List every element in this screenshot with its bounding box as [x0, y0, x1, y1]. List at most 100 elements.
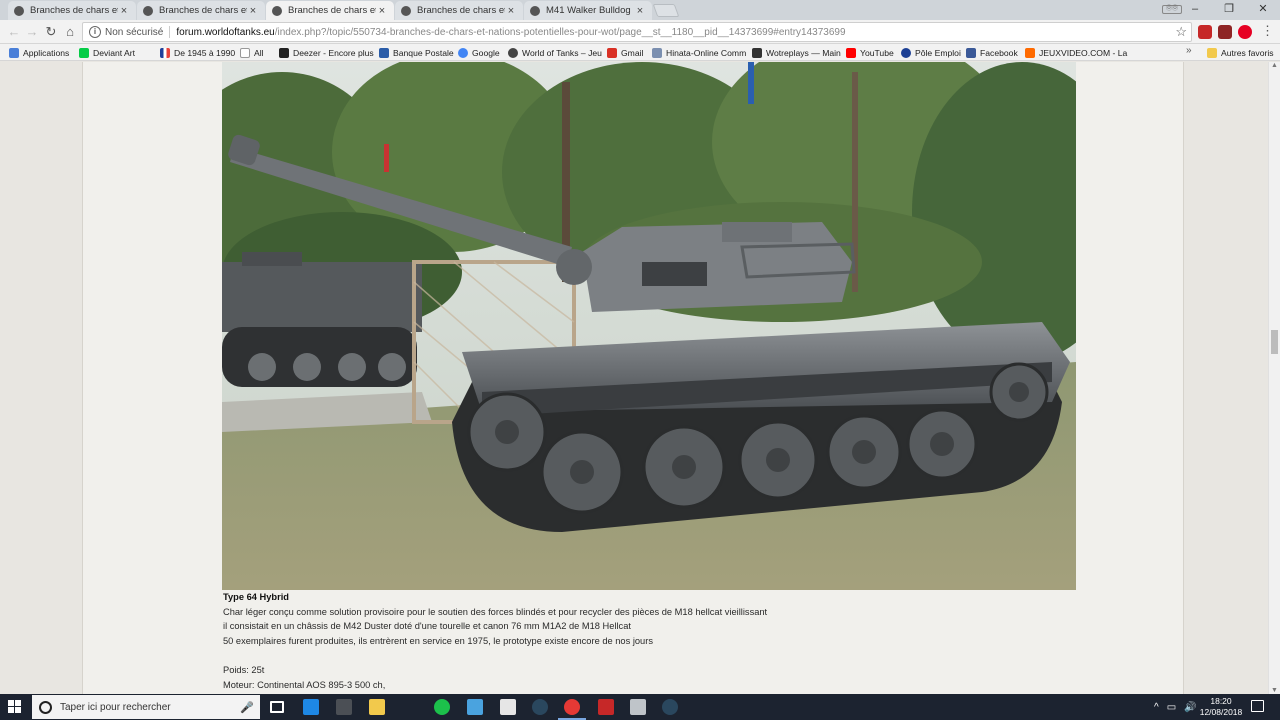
desktop-app-icon[interactable] — [467, 699, 483, 715]
apps-grid-icon — [9, 47, 19, 58]
info-icon[interactable]: i — [89, 26, 101, 38]
antivirus-icon[interactable] — [598, 699, 614, 715]
tray-chevron-icon[interactable]: ^ — [1154, 702, 1159, 713]
wot-icon — [508, 47, 518, 58]
notification-center-icon[interactable] — [1251, 700, 1264, 712]
steam-icon[interactable] — [532, 699, 548, 715]
bookmark-youtube[interactable]: YouTube — [846, 45, 894, 60]
restore-button[interactable]: ❐ — [1212, 0, 1246, 20]
close-icon[interactable]: × — [505, 5, 517, 17]
bookmark-wotreplays[interactable]: Wotreplays — Main — [752, 45, 841, 60]
new-tab-button[interactable] — [652, 4, 680, 17]
bookmark-label: Autres favoris — [1221, 47, 1274, 58]
bookmark-label: Gmail — [621, 47, 644, 58]
bookmark-label: JEUXVIDEO.COM - La — [1039, 47, 1128, 58]
bookmark-jeuxvideo[interactable]: JEUXVIDEO.COM - La — [1025, 45, 1127, 60]
bookmark-applications[interactable]: Applications — [9, 45, 69, 60]
store-icon[interactable] — [303, 699, 319, 715]
tank-name: Type 64 Hybrid — [223, 592, 289, 602]
tab-1[interactable]: Branches de chars et nat × — [8, 1, 136, 20]
pole-emploi-icon — [901, 47, 911, 58]
scroll-up-icon[interactable]: ▲ — [1271, 62, 1278, 69]
tab-4[interactable]: Branches de chars et nat × — [395, 1, 523, 20]
volume-icon[interactable]: 🔊 — [1184, 702, 1196, 713]
bookmark-gmail[interactable]: Gmail — [607, 45, 643, 60]
green-app-icon[interactable] — [434, 699, 450, 715]
scroll-down-icon[interactable]: ▼ — [1271, 687, 1278, 694]
google-icon — [458, 47, 468, 58]
app-icon[interactable] — [336, 699, 352, 715]
bookmark-banque-postale[interactable]: Banque Postale — [379, 45, 454, 60]
tank-photo — [222, 62, 1076, 590]
bookmark-label: World of Tanks – Jeu — [522, 47, 602, 58]
deviantart-icon — [79, 47, 89, 58]
bookmark-label: Hinata-Online Comm — [666, 47, 747, 58]
close-icon[interactable]: × — [247, 5, 259, 17]
microphone-icon[interactable]: 🎤 — [240, 701, 254, 714]
post-line: 50 exemplaires furent produites, ils ent… — [223, 635, 653, 646]
divider — [169, 26, 171, 38]
bookmark-deviant-art[interactable]: Deviant Art — [79, 45, 135, 60]
close-icon[interactable]: × — [376, 5, 388, 17]
bookmark-facebook[interactable]: Facebook — [966, 45, 1018, 60]
menu-icon[interactable]: ⋮ — [1261, 24, 1274, 38]
close-icon[interactable]: × — [634, 5, 646, 17]
taskbar-search-input[interactable]: Taper ici pour rechercher 🎤 — [32, 695, 260, 719]
tab-label: Branches de chars et nat — [288, 5, 376, 16]
scroll-thumb[interactable] — [1271, 330, 1278, 354]
bookmark-world-of-tanks[interactable]: World of Tanks – Jeu — [508, 45, 602, 60]
tab-5[interactable]: M41 Walker Bulldog : rec × — [524, 1, 652, 20]
pinterest-icon[interactable] — [1238, 25, 1252, 39]
wot-favicon-icon — [530, 5, 540, 16]
system-clock[interactable]: 18:20 12/08/2018 — [1196, 696, 1246, 718]
network-icon[interactable]: ▭ — [1167, 702, 1176, 713]
bookmark-label: All — [254, 47, 264, 58]
close-window-button[interactable]: ✕ — [1246, 0, 1280, 20]
bookmark-star-icon[interactable]: ☆ — [1175, 24, 1187, 40]
system-tray: ^ ▭ 🔊 — [1150, 694, 1201, 720]
bookmark-pole-emploi[interactable]: Pôle Emploi — [901, 45, 961, 60]
forward-button[interactable]: → — [24, 24, 40, 40]
security-label[interactable]: Non sécurisé — [105, 27, 163, 38]
bookmark-label: Google — [472, 47, 500, 58]
calculator-icon[interactable] — [500, 699, 516, 715]
bookmark-deezer[interactable]: Deezer - Encore plus — [279, 45, 374, 60]
window-controls: – ❐ ✕ — [1178, 0, 1280, 20]
clock-time: 18:20 — [1210, 696, 1232, 706]
cortana-icon — [39, 700, 52, 714]
file-explorer-icon[interactable] — [369, 699, 385, 715]
facebook-icon — [966, 47, 976, 58]
minimize-button[interactable]: – — [1178, 0, 1212, 20]
stat-line: Poids: 25t — [223, 664, 265, 675]
tab-2[interactable]: Branches de chars et nat × — [137, 1, 265, 20]
bookmark-label: Wotreplays — Main — [766, 47, 841, 58]
bookmark-1945-1990[interactable]: De 1945 à 1990 — [160, 45, 235, 60]
bookmark-other-folder[interactable]: Autres favoris — [1207, 45, 1274, 60]
back-button[interactable]: ← — [6, 24, 22, 40]
bookmark-label: Deezer - Encore plus — [293, 47, 374, 58]
chrome-icon[interactable] — [558, 699, 586, 720]
tab-3-active[interactable]: Branches de chars et nat × — [266, 1, 394, 20]
wotreplays-icon — [752, 47, 762, 58]
address-bar[interactable]: i Non sécurisé forum.worldoftanks.eu /in… — [82, 22, 1192, 42]
wot-favicon-icon — [14, 5, 24, 16]
page-scrollbar[interactable]: ▲ ▼ — [1268, 62, 1280, 694]
youtube-icon — [846, 47, 856, 58]
reload-button[interactable]: ↻ — [43, 24, 59, 40]
bookmark-hinata-online[interactable]: Hinata-Online Comm — [652, 45, 746, 60]
bookmark-all[interactable]: All — [240, 45, 264, 60]
app-window-icon[interactable] — [630, 699, 646, 715]
bookmark-google[interactable]: Google — [458, 45, 500, 60]
search-placeholder: Taper ici pour rechercher — [60, 701, 171, 713]
close-icon[interactable]: × — [118, 5, 130, 17]
stat-line: Moteur: Continental AOS 895-3 500 ch, — [223, 679, 386, 690]
task-view-icon[interactable] — [270, 701, 284, 713]
bookmarks-overflow-icon[interactable]: » — [1186, 45, 1192, 56]
windows-start-icon[interactable] — [8, 700, 23, 714]
steam-icon-2[interactable] — [662, 699, 678, 715]
extension-red-icon[interactable] — [1198, 25, 1212, 39]
tab-label: Branches de chars et nat — [159, 5, 247, 16]
bookmark-label: Banque Postale — [393, 47, 454, 58]
extension-shield-icon[interactable] — [1218, 25, 1232, 39]
home-button[interactable]: ⌂ — [62, 24, 78, 40]
